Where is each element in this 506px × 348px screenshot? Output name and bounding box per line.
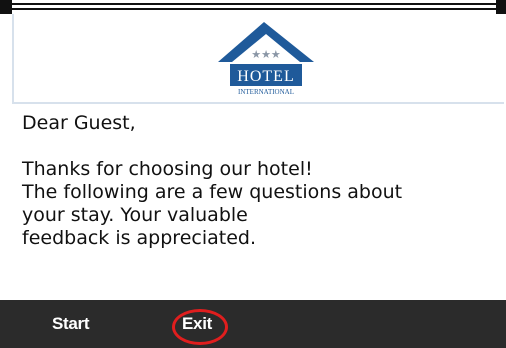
logo-stars: ★★★ (251, 48, 281, 61)
hotel-logo: ★★★ HOTEL INTERNATIONAL (218, 20, 314, 100)
top-border-line (0, 3, 506, 5)
exit-highlight-circle (172, 309, 228, 345)
greeting-text: Dear Guest, (22, 112, 136, 134)
logo-banner: ★★★ HOTEL INTERNATIONAL (12, 14, 504, 104)
top-border-line-secondary (0, 8, 506, 10)
start-button[interactable]: Start (52, 300, 90, 348)
logo-brand-text: HOTEL (237, 68, 294, 85)
message-line: your stay. Your valuable (22, 204, 248, 226)
welcome-message: Dear Guest, Thanks for choosing our hote… (22, 112, 492, 250)
hotel-mountain-logo-icon: ★★★ HOTEL INTERNATIONAL (218, 22, 314, 96)
logo-sub-text: INTERNATIONAL (238, 88, 294, 96)
message-line: feedback is appreciated. (22, 227, 256, 249)
top-right-corner (496, 0, 506, 14)
survey-screen: ★★★ HOTEL INTERNATIONAL Dear Guest, Than… (0, 0, 506, 348)
message-line: Thanks for choosing our hotel! (22, 158, 313, 180)
window-top-border (0, 0, 506, 14)
bottom-action-bar: Start Exit (0, 300, 506, 348)
message-line: The following are a few questions about (22, 181, 403, 203)
